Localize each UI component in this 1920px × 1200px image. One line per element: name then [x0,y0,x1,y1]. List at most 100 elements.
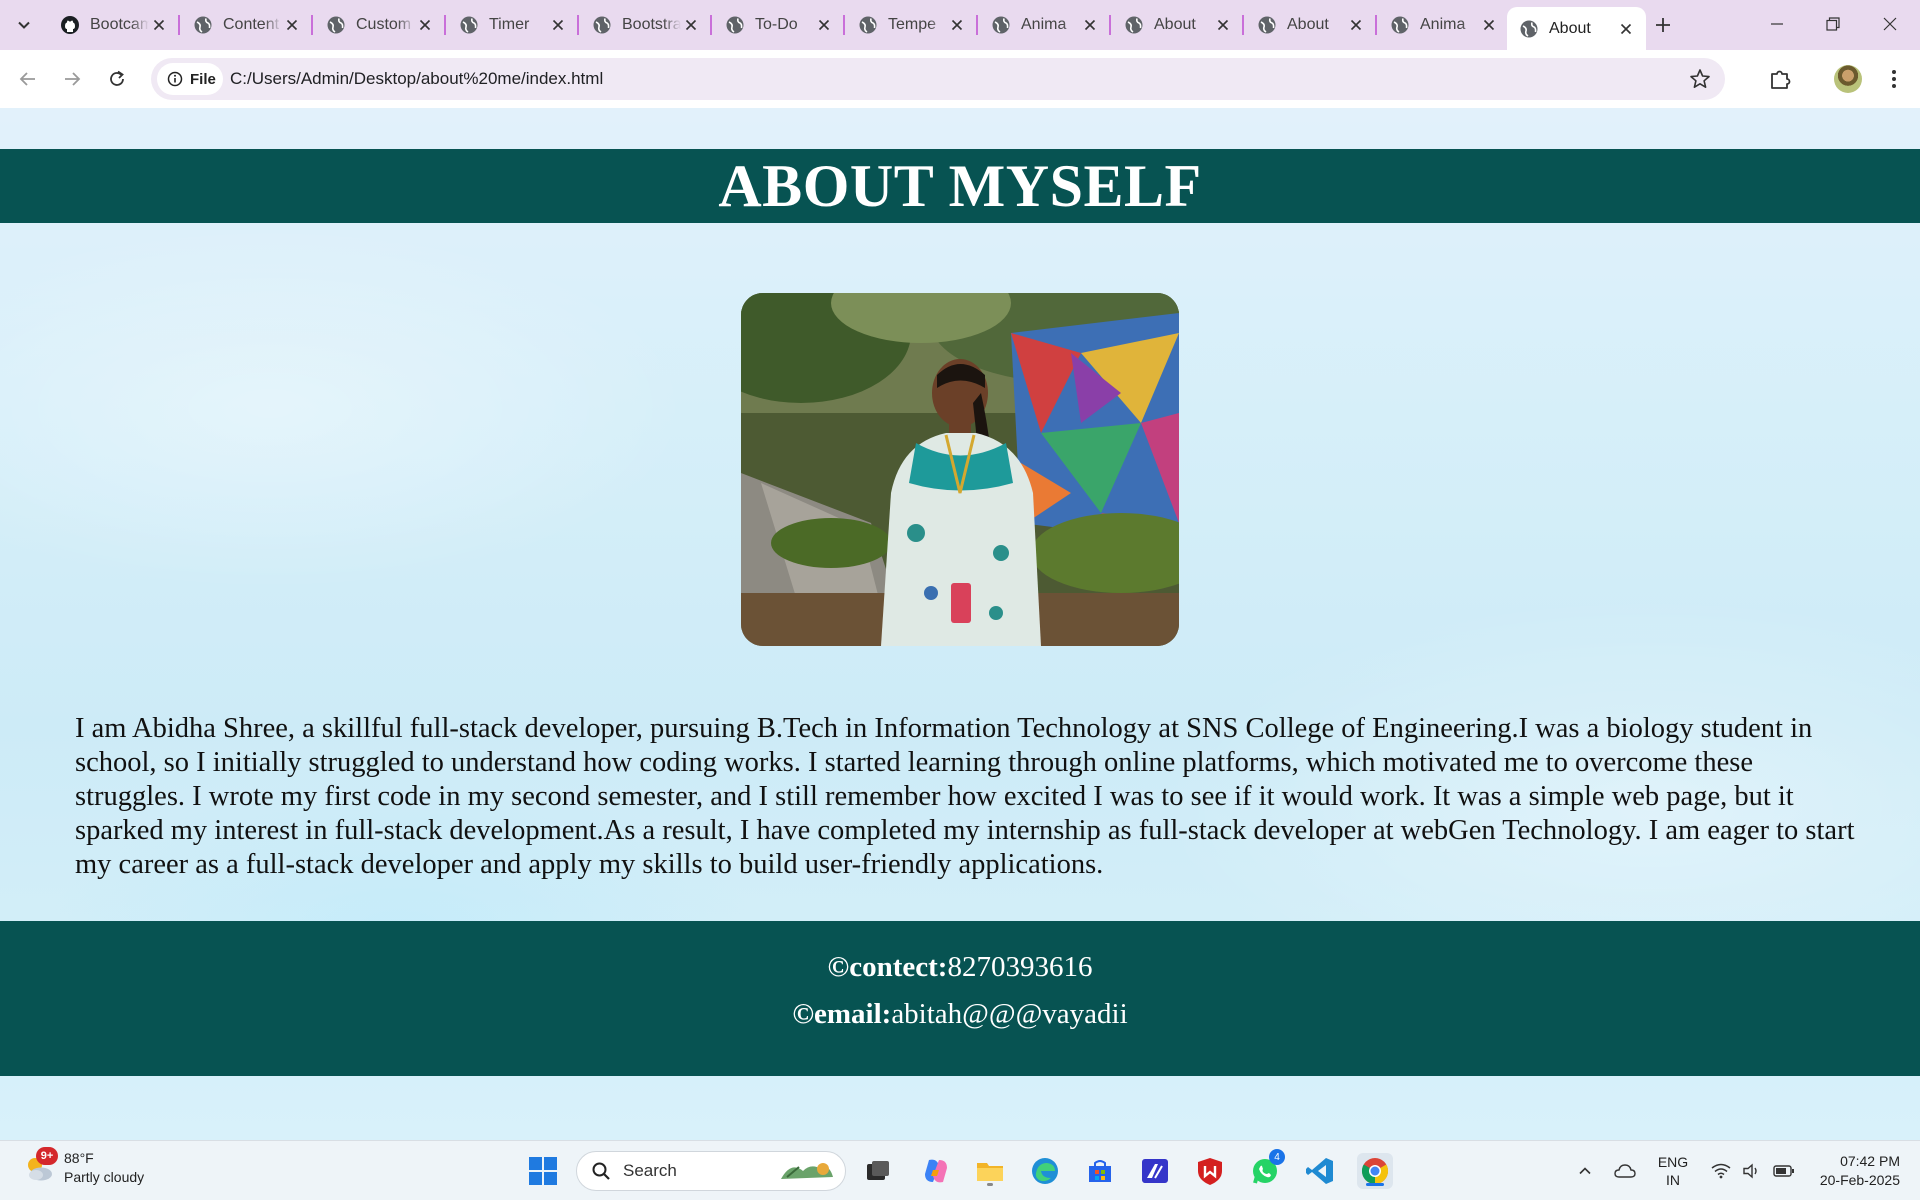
browser-tab[interactable]: Tempe [846,7,977,43]
browser-tab[interactable]: About [1245,7,1376,43]
tab-close-button[interactable] [947,15,967,35]
clock-date: 20-Feb-2025 [1819,1172,1900,1188]
browser-tab[interactable]: Bootcamp [48,7,179,43]
close-icon [685,19,697,31]
site-info-chip[interactable]: File [157,63,223,95]
close-icon [818,19,830,31]
tab-close-button[interactable] [1479,15,1499,35]
browser-tab[interactable]: Anima [979,7,1110,43]
tab-separator [178,15,180,35]
profile-photo [741,293,1179,646]
clock[interactable]: 07:42 PM 20-Feb-2025 [1800,1141,1900,1200]
browser-tab-active[interactable]: About [1507,7,1646,50]
file-explorer-button[interactable] [972,1153,1008,1189]
chrome-icon [1361,1158,1389,1185]
running-indicator-active [1366,1183,1384,1186]
vscode-button[interactable] [1302,1153,1338,1189]
close-icon [419,19,431,31]
site-chip-label: File [190,70,216,88]
url-text[interactable]: C:/Users/Admin/Desktop/about%20me/index.… [230,69,603,89]
copilot-icon [925,1159,947,1183]
tab-title: Content [223,16,280,33]
browser-tab[interactable]: Custom [314,7,445,43]
pen-app-button[interactable] [1137,1153,1173,1189]
browser-tab[interactable]: Anima [1378,7,1509,43]
contact-value: 8270393616 [947,951,1093,983]
tab-separator [444,15,446,35]
tab-close-button[interactable] [415,15,435,35]
globe-icon [194,16,212,34]
store-button[interactable] [1082,1153,1118,1189]
tab-close-button[interactable] [1616,19,1636,39]
taskbar-search[interactable]: Search [576,1151,846,1191]
onedrive-button[interactable] [1610,1141,1640,1200]
close-icon [1217,19,1229,31]
back-button[interactable] [14,65,42,93]
new-tab-button[interactable] [1650,12,1676,38]
minimize-icon [1771,23,1783,25]
copilot-button[interactable] [918,1153,954,1189]
weather-badge: 9+ [36,1147,58,1165]
tab-close-button[interactable] [1080,15,1100,35]
puzzle-icon [1771,70,1791,89]
tab-search-button[interactable] [10,11,38,39]
chrome-button[interactable] [1357,1153,1393,1189]
tab-close-button[interactable] [548,15,568,35]
tab-close-button[interactable] [1213,15,1233,35]
bookmark-star-icon[interactable] [1689,68,1711,90]
tab-close-button[interactable] [282,15,302,35]
cloud-icon [1614,1164,1636,1178]
tab-separator [1375,15,1377,35]
browser-tab[interactable]: Content [181,7,312,43]
globe-icon [1520,20,1538,37]
browser-tab[interactable]: Bootstrap [580,7,711,43]
browser-menu-button[interactable] [1880,65,1908,93]
email-label: ©email: [792,998,892,1030]
globe-icon [1258,16,1276,34]
mcafee-button[interactable] [1192,1153,1228,1189]
edge-button[interactable] [1027,1153,1063,1189]
tab-separator [311,15,313,35]
store-icon [1089,1160,1111,1182]
weather-widget[interactable]: 9+ 88°F Partly cloudy [22,1147,144,1187]
tab-title: About [1287,16,1329,33]
globe-icon [992,16,1010,34]
browser-tab[interactable]: About [1112,7,1243,43]
browser-tab[interactable]: To-Do [713,7,844,43]
bio-paragraph: I am Abidha Shree, a skillful full-stack… [75,713,1855,880]
browser-tab[interactable]: Timer [447,7,578,43]
reload-button[interactable] [103,65,131,93]
search-highlight-icon [781,1163,833,1179]
close-icon [286,19,298,31]
tab-close-button[interactable] [814,15,834,35]
whatsapp-button[interactable]: 4 [1247,1149,1285,1189]
address-bar[interactable]: File C:/Users/Admin/Desktop/about%20me/i… [151,58,1725,100]
profile-avatar[interactable] [1834,65,1862,93]
tab-title: Custom [356,16,412,33]
forward-button[interactable] [58,65,86,93]
minimize-button[interactable] [1757,8,1797,40]
tab-title: About [1549,19,1591,37]
chevron-down-icon [18,21,30,29]
close-icon [1883,17,1897,31]
tab-title: To-Do [755,16,798,33]
email-value: abitah@@@vayadii [891,998,1128,1030]
contact-line: ©contect:8270393616 [0,951,1920,984]
system-status-group[interactable] [1706,1141,1800,1200]
extensions-button[interactable] [1766,65,1794,93]
tab-close-button[interactable] [1346,15,1366,35]
language-indicator[interactable]: ENG IN [1648,1141,1698,1200]
restore-button[interactable] [1813,8,1853,40]
tab-separator [976,15,978,35]
edge-icon [1032,1158,1058,1184]
page-viewport: ABOUT MYSELF I am Abidha Shree, a skillf… [0,108,1920,1140]
start-button[interactable] [525,1153,561,1189]
close-window-button[interactable] [1870,8,1910,40]
tab-separator [1109,15,1111,35]
show-hidden-icons-button[interactable] [1570,1141,1600,1200]
tab-close-button[interactable] [681,15,701,35]
task-view-button[interactable] [860,1153,896,1189]
tab-title: Tempe [888,16,937,33]
tab-close-button[interactable] [149,15,169,35]
restore-icon [1826,17,1840,31]
